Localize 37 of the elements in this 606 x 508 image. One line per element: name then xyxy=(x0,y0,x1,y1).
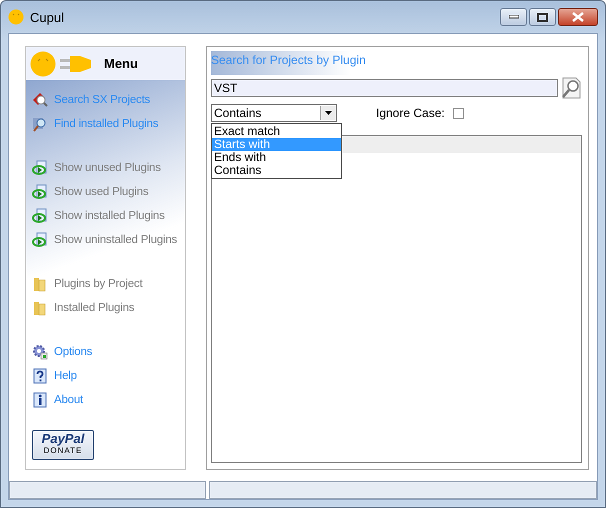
minimize-button[interactable] xyxy=(500,8,527,26)
ignore-case-checkbox[interactable] xyxy=(452,108,464,118)
app-face-icon xyxy=(8,9,24,25)
document-arrow-icon xyxy=(32,184,48,200)
face-icon xyxy=(30,50,56,76)
document-arrow-icon xyxy=(32,208,48,224)
window-title: Cupul xyxy=(30,10,65,24)
minimize-icon xyxy=(508,15,518,19)
diamond-magnifier-icon xyxy=(32,92,48,108)
help-icon xyxy=(32,368,48,384)
document-arrow-icon xyxy=(32,232,48,248)
dropdown-option[interactable]: Ends with xyxy=(212,151,341,164)
menu-title: Menu xyxy=(104,56,138,71)
search-field[interactable]: VST xyxy=(211,79,558,97)
magnifier-icon xyxy=(32,116,48,132)
gear-icon xyxy=(32,344,48,360)
donate-button[interactable]: PayPal DONATE xyxy=(32,430,94,460)
folder-icon xyxy=(32,276,48,292)
search-button[interactable] xyxy=(560,77,582,99)
maximize-button[interactable] xyxy=(529,8,556,26)
close-button[interactable] xyxy=(558,8,598,26)
folder-icon xyxy=(32,300,48,316)
dropdown-option[interactable]: Contains xyxy=(212,164,341,177)
maximize-icon xyxy=(537,12,548,22)
menu-link[interactable]: Options xyxy=(54,346,92,358)
info-icon xyxy=(32,392,48,408)
menu-link[interactable]: Find installed Plugins xyxy=(54,118,158,130)
menu-link[interactable]: About xyxy=(54,394,84,406)
document-arrow-icon xyxy=(32,160,48,176)
dropdown-option[interactable]: Exact match xyxy=(212,125,341,138)
match-dropdown[interactable]: Contains xyxy=(211,104,337,122)
ignore-case-label: Ignore Case: xyxy=(376,106,445,120)
dropdown-option[interactable]: Starts with xyxy=(212,138,341,151)
plug-icon xyxy=(60,54,92,72)
menu-link[interactable]: Help xyxy=(54,370,77,382)
caret-icon xyxy=(325,111,332,115)
close-icon xyxy=(572,12,584,22)
